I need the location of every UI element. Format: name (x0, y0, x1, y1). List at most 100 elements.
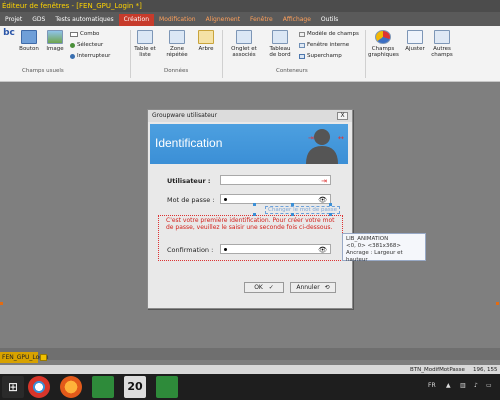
confirmation-label: Confirmation : (167, 246, 214, 254)
password-dot (224, 198, 227, 201)
selection-handle[interactable] (291, 203, 294, 206)
tab-gds[interactable]: GDS (27, 14, 50, 26)
designed-window[interactable]: Groupware utilisateur X Identification ⇥… (147, 109, 353, 309)
champs-graphiques-button[interactable]: Champs graphiques (368, 30, 399, 58)
utilisateur-input[interactable]: ⇥ (220, 175, 331, 185)
status-coordinates: 196, 155 (473, 367, 498, 373)
supercontrol-icon (299, 53, 305, 59)
language-indicator[interactable]: FR (428, 382, 436, 389)
tableau-de-bord-button[interactable]: Tableau de bord (266, 30, 294, 58)
tab-control-icon (236, 30, 252, 44)
chrome-icon[interactable] (28, 376, 50, 398)
superchamp-label: Superchamp (307, 53, 342, 59)
dashboard-icon (272, 30, 288, 44)
selection-handle[interactable] (291, 213, 294, 216)
zone-label: Zone répétée (166, 46, 188, 58)
windev-20-icon[interactable]: 20 (124, 376, 146, 398)
tab-projet[interactable]: Projet (0, 14, 27, 26)
fenetre-interne-button[interactable]: Fenêtre interne (299, 42, 349, 48)
zone-icon (169, 30, 185, 44)
ribbon: bc Bouton Image Combo Sélecteur Interrup… (0, 26, 500, 82)
superchamp-button[interactable]: Superchamp (299, 53, 342, 59)
eye-icon[interactable]: 👁 (318, 246, 327, 254)
network-icon[interactable]: ▥ (460, 382, 466, 389)
onglet-button[interactable]: Onglet et associés (229, 30, 259, 58)
annuler-button[interactable]: Annuler ⟲ (290, 282, 336, 293)
group-label-champs-usuels: Champs usuels (22, 68, 64, 74)
anchor-arrow-icon: ⇥ (321, 177, 327, 185)
user-avatar-icon (306, 129, 338, 164)
tab-affichage[interactable]: Affichage (278, 14, 316, 26)
resize-handle[interactable] (0, 302, 3, 305)
tab-fen-tre[interactable]: Fenêtre (245, 14, 278, 26)
tooltip-control-name: LIB_ANIMATION (346, 236, 389, 242)
combo-button[interactable]: Combo (70, 31, 99, 37)
selection-handle[interactable] (329, 213, 332, 216)
identification-banner: Identification (150, 124, 348, 164)
start-button[interactable]: ⊞ (2, 376, 24, 398)
anchor-arrow-icon: ⇥ (308, 134, 314, 142)
combo-icon (70, 31, 78, 37)
table-label: Table et liste (134, 46, 156, 58)
tab-modification[interactable]: Modification (154, 14, 201, 26)
firefox-icon[interactable] (60, 376, 82, 398)
resize-handle[interactable] (496, 302, 499, 305)
champs-graphiques-label: Champs graphiques (368, 46, 399, 58)
libelle-button[interactable]: bc (1, 28, 17, 44)
image-icon (47, 30, 63, 44)
tableau-label: Tableau de bord (269, 46, 291, 58)
bouton-button[interactable]: Bouton (18, 30, 40, 52)
combo-label: Combo (80, 31, 100, 37)
internal-window-icon (299, 42, 305, 48)
selection-handle[interactable] (329, 203, 332, 206)
onglet-label: Onglet et associés (231, 46, 257, 58)
bouton-label: Bouton (19, 46, 39, 52)
anchor-arrow-icon: ↔ (338, 134, 344, 142)
ribbon-divider (222, 30, 223, 78)
document-tab-close-icon[interactable] (40, 354, 47, 361)
arbre-button[interactable]: Arbre (196, 30, 216, 52)
tray-up-icon[interactable]: ▲ (446, 382, 451, 389)
ribbon-tabs: Projet GDS Tests automatiques Création Modif… (0, 12, 500, 26)
selecteur-label: Sélecteur (77, 42, 104, 48)
tab-outils[interactable]: Outils (316, 14, 343, 26)
pie-chart-icon (375, 30, 391, 44)
ok-button-icon (21, 30, 37, 44)
document-tab-bar (0, 348, 500, 360)
volume-icon[interactable]: ♪ (474, 382, 478, 389)
ajuster-button[interactable]: Ajuster (404, 30, 426, 52)
mot-de-passe-label: Mot de passe : (167, 196, 215, 204)
eye-icon[interactable]: 👁 (318, 196, 327, 204)
selecteur-button[interactable]: Sélecteur (70, 42, 103, 48)
modele-champs-button[interactable]: Modèle de champs (299, 31, 359, 37)
designed-window-title: Groupware utilisateur (152, 112, 218, 119)
annuler-label: Annuler (296, 284, 320, 291)
ribbon-divider (130, 30, 131, 78)
status-control-name: BTN_ModifMotPasse (410, 367, 465, 373)
image-button[interactable]: Image (44, 30, 66, 52)
cancel-icon: ⟲ (324, 284, 330, 291)
selection-handle[interactable] (253, 213, 256, 216)
webdev-icon[interactable] (156, 376, 178, 398)
tooltip-anchoring: Ancrage : Largeur et hauteur (346, 250, 403, 263)
confirmation-input[interactable]: 👁 (220, 244, 331, 254)
battery-icon[interactable]: ▭ (486, 382, 492, 389)
close-button[interactable]: X (337, 112, 348, 120)
tab-cr-ation[interactable]: Création (118, 14, 155, 26)
zone-repetee-button[interactable]: Zone répétée (164, 30, 190, 58)
table-button[interactable]: Table et liste (134, 30, 156, 58)
other-controls-icon (434, 30, 450, 44)
ok-button[interactable]: OK ✓ (244, 282, 284, 293)
document-tab[interactable]: FEN_GPU_Login (0, 352, 49, 363)
selection-handle[interactable] (253, 203, 256, 206)
windev-c-icon[interactable] (92, 376, 114, 398)
libelle-icon: bc (3, 28, 15, 38)
tab-alignement[interactable]: Alignement (201, 14, 245, 26)
password-input[interactable]: 👁 (220, 194, 331, 204)
ok-label: OK (254, 284, 263, 291)
tab-tests-automatiques[interactable]: Tests automatiques (50, 14, 118, 26)
interrupteur-button[interactable]: Interrupteur (70, 53, 110, 59)
autres-champs-button[interactable]: Autres champs (430, 30, 454, 58)
tooltip-position: <0, 0> <381x368> (346, 243, 401, 249)
check-icon: ✓ (268, 284, 274, 291)
